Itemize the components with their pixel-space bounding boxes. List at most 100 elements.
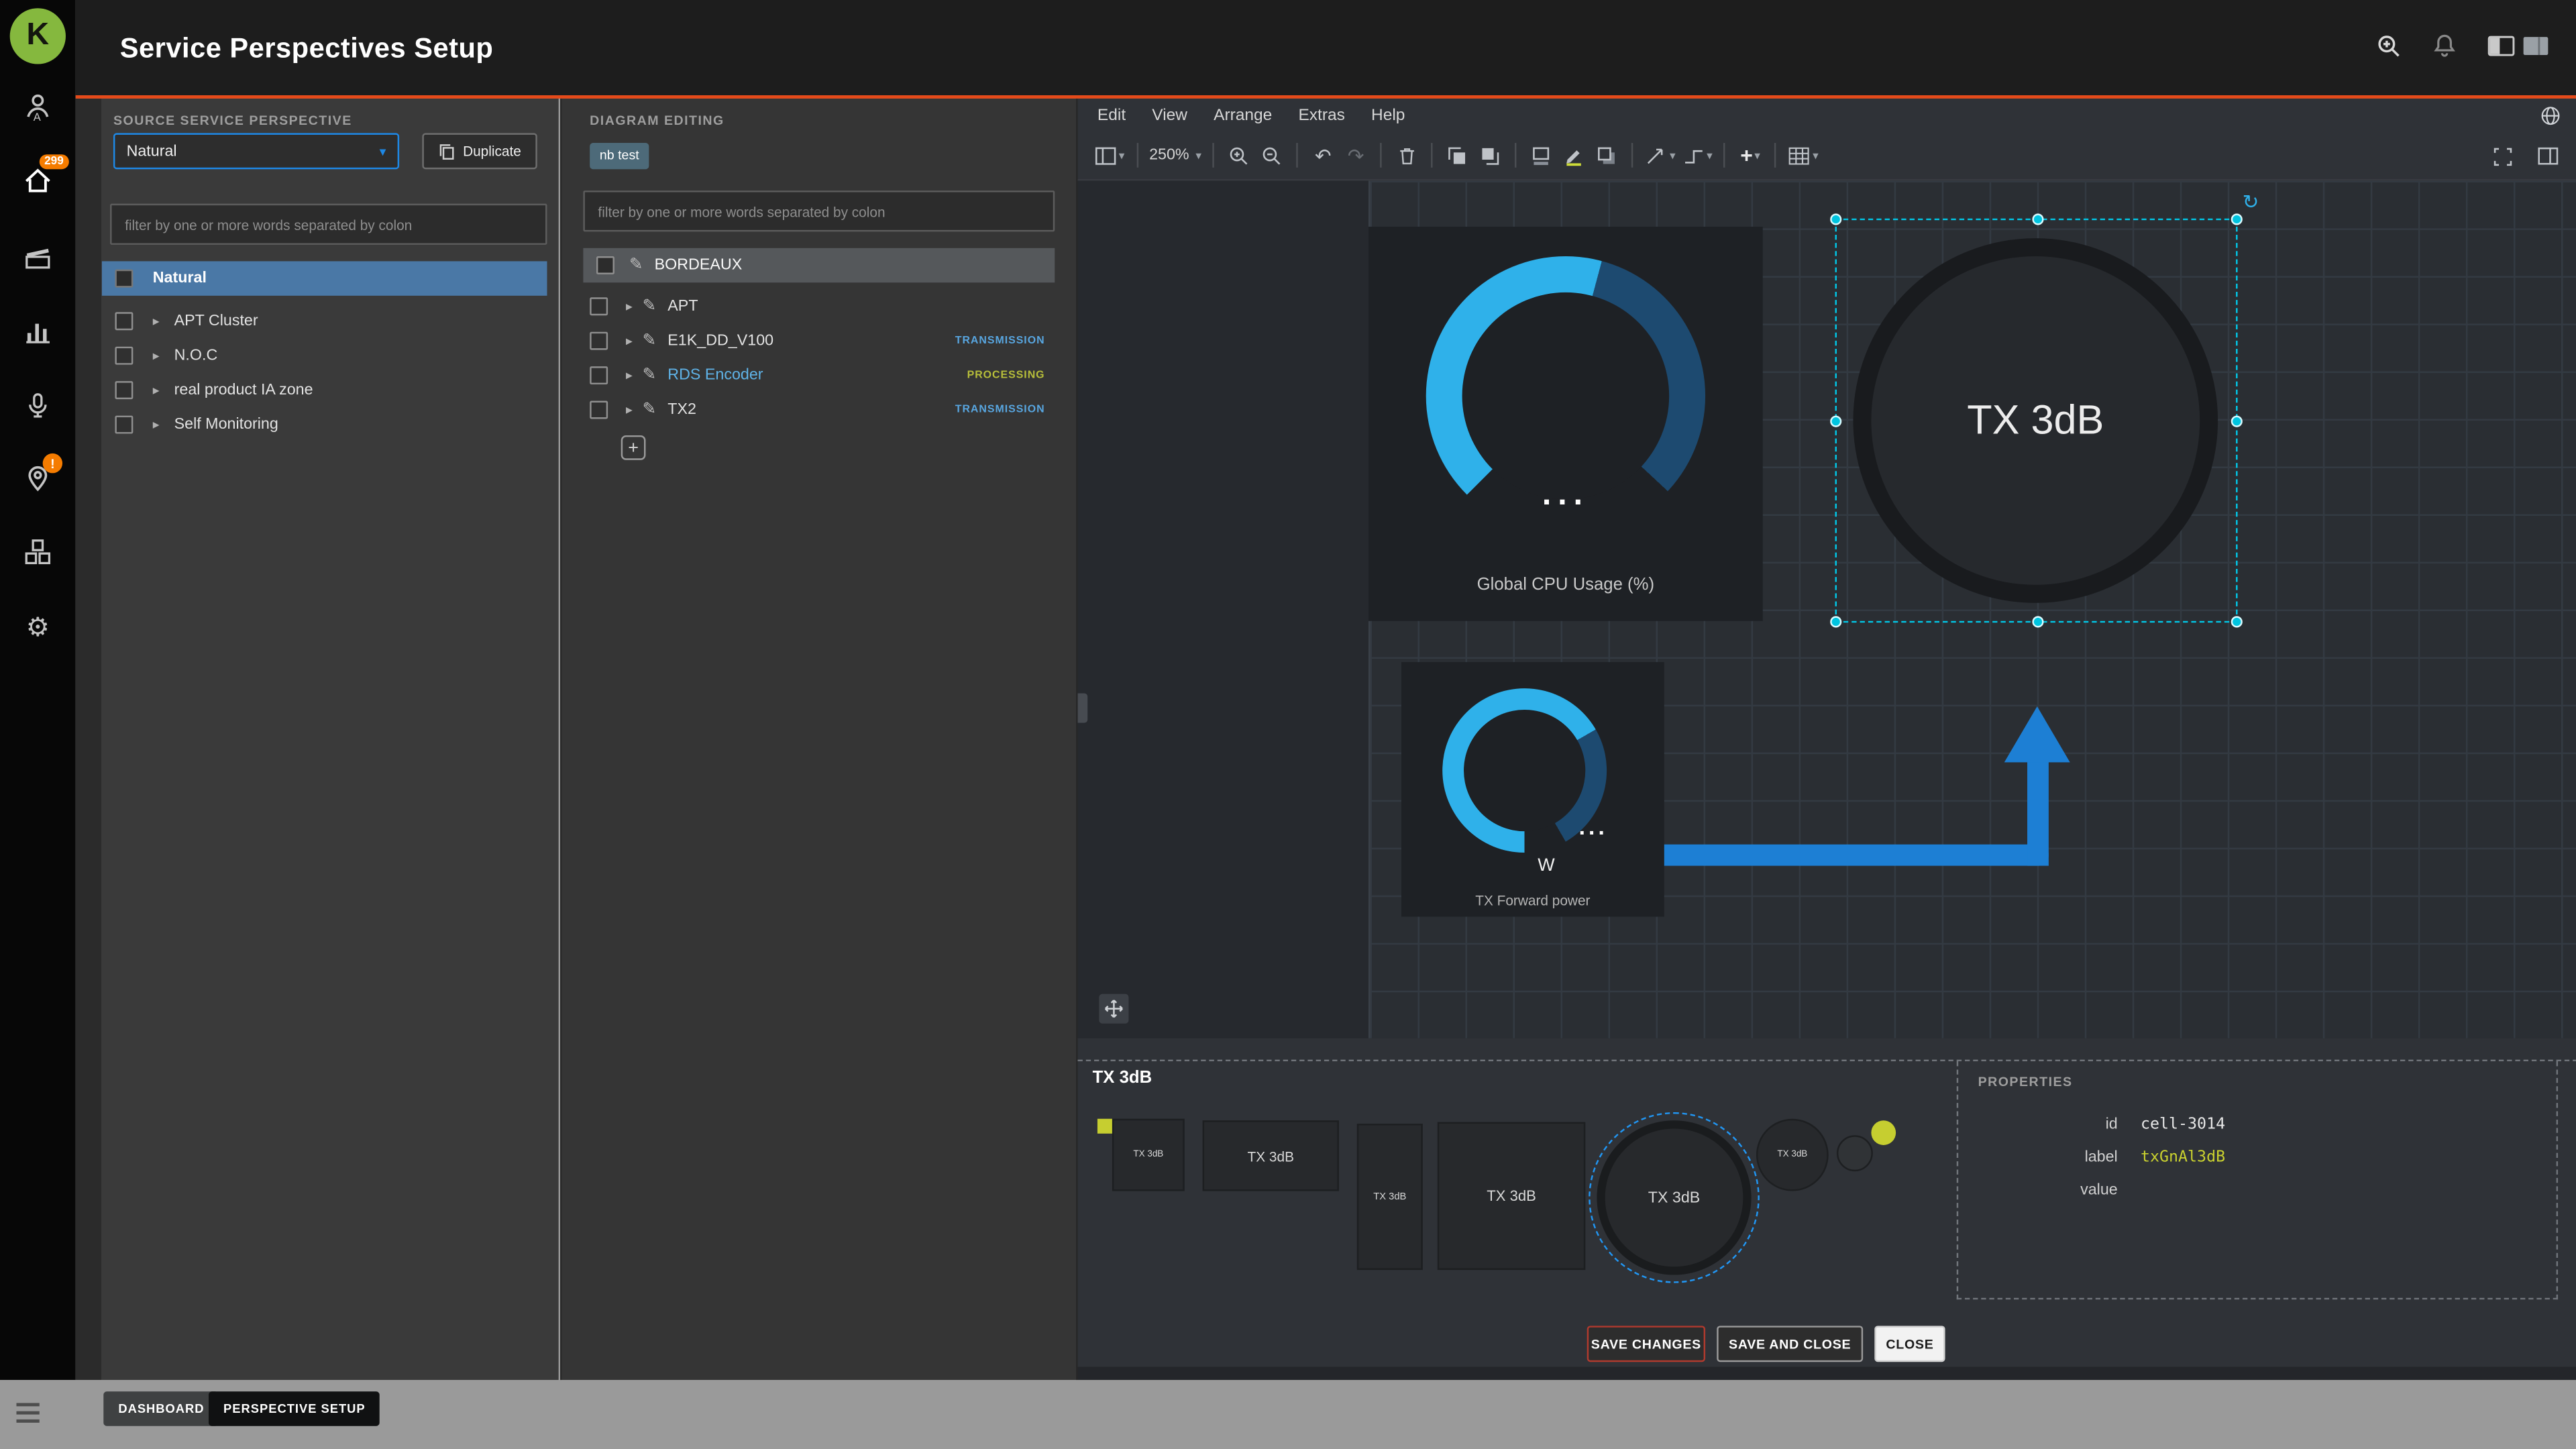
menu-view[interactable]: View (1152, 106, 1187, 124)
fill-color-icon[interactable] (1525, 137, 1558, 173)
shape-variant-tall-rect[interactable]: TX 3dB (1356, 1124, 1423, 1271)
checkbox[interactable] (596, 256, 614, 274)
fit-page-button[interactable] (1099, 994, 1129, 1024)
tree-row-natural[interactable]: Natural (101, 261, 547, 296)
checkbox[interactable] (590, 400, 608, 419)
expand-caret-icon[interactable]: ▸ (153, 417, 160, 432)
perspective-select[interactable]: Natural ▾ (113, 133, 400, 170)
to-back-icon[interactable] (1474, 137, 1507, 173)
tree-row-tx2[interactable]: ▸ ✎ TX2 TRANSMISSION (583, 392, 1055, 427)
panel-right-icon[interactable] (2522, 34, 2550, 57)
to-front-icon[interactable] (1442, 137, 1474, 173)
tree-row-apt-cluster[interactable]: ▸ APT Cluster (102, 304, 547, 338)
connector-arrow-horizontal[interactable] (1664, 844, 2049, 866)
tab-dashboard[interactable]: DASHBOARD (103, 1391, 219, 1426)
add-node-button[interactable]: + (621, 435, 646, 460)
tree-row-apt[interactable]: ▸ ✎ APT (583, 289, 1055, 323)
edit-pencil-icon[interactable]: ✎ (643, 297, 657, 315)
save-changes-button[interactable]: SAVE CHANGES (1587, 1326, 1706, 1362)
edit-pencil-icon[interactable]: ✎ (643, 401, 657, 419)
language-globe-icon[interactable] (2540, 105, 2561, 126)
edit-pencil-icon[interactable]: ✎ (629, 256, 643, 274)
tab-perspective-setup[interactable]: PERSPECTIVE SETUP (209, 1391, 380, 1426)
zoom-out-icon[interactable] (1256, 137, 1289, 173)
statusbar-menu-icon[interactable] (16, 1403, 40, 1423)
close-button[interactable]: CLOSE (1874, 1326, 1945, 1362)
menu-edit[interactable]: Edit (1097, 106, 1126, 124)
resize-handle-s[interactable] (2032, 616, 2044, 628)
cpu-gauge-widget[interactable]: ... Global CPU Usage (%) (1368, 226, 1763, 621)
expand-caret-icon[interactable]: ▸ (153, 314, 160, 329)
power-gauge-widget[interactable]: ... W TX Forward power (1401, 661, 1664, 917)
waypoint-style-button[interactable]: ▾ (1679, 137, 1716, 173)
resize-handle-w[interactable] (1830, 415, 1842, 427)
settings-gear-icon[interactable]: ⚙ (23, 610, 52, 642)
save-and-close-button[interactable]: SAVE AND CLOSE (1717, 1326, 1864, 1362)
resize-handle-n[interactable] (2032, 213, 2044, 225)
zoom-level-dropdown[interactable]: 250% ▾ (1146, 137, 1205, 173)
connector-arrow-vertical[interactable] (2027, 759, 2049, 866)
fullscreen-icon[interactable] (2485, 138, 2518, 174)
view-panels-button[interactable]: ▾ (1091, 137, 1128, 173)
edit-pencil-icon[interactable]: ✎ (643, 332, 657, 350)
notifications-icon[interactable] (2431, 33, 2457, 59)
app-logo[interactable]: K (9, 8, 66, 64)
line-color-icon[interactable] (1558, 137, 1591, 173)
diagram-chip[interactable]: nb test (590, 142, 649, 169)
connection-style-button[interactable]: ▾ (1642, 137, 1678, 173)
delete-icon[interactable] (1391, 137, 1424, 173)
undo-icon[interactable]: ↶ (1307, 137, 1340, 173)
microphone-icon[interactable] (23, 391, 52, 421)
checkbox[interactable] (590, 297, 608, 316)
resize-handle-ne[interactable] (2231, 213, 2243, 225)
tree-row-real-product[interactable]: ▸ real product IA zone (102, 373, 547, 407)
expand-caret-icon[interactable]: ▸ (626, 299, 633, 314)
expand-caret-icon[interactable]: ▸ (626, 402, 633, 417)
tree-row-rds-encoder[interactable]: ▸ ✎ RDS Encoder PROCESSING (583, 358, 1055, 392)
tree-row-e1k[interactable]: ▸ ✎ E1K_DD_V100 TRANSMISSION (583, 323, 1055, 358)
menu-extras[interactable]: Extras (1298, 106, 1344, 124)
resize-handle-nw[interactable] (1830, 213, 1842, 225)
resize-handle-e[interactable] (2231, 415, 2243, 427)
source-filter-input[interactable] (110, 203, 547, 245)
duplicate-button[interactable]: Duplicate (422, 133, 537, 170)
rotate-handle-icon[interactable]: ↻ (2243, 191, 2259, 213)
expand-caret-icon[interactable]: ▸ (626, 333, 633, 348)
tree-row-noc[interactable]: ▸ N.O.C (102, 338, 547, 372)
checkbox[interactable] (115, 381, 133, 400)
tree-row-bordeaux[interactable]: ✎ BORDEAUX (583, 248, 1055, 283)
user-icon[interactable]: A (23, 92, 52, 121)
redo-icon[interactable]: ↷ (1340, 137, 1373, 173)
shape-variant-large-square[interactable]: TX 3dB (1437, 1122, 1586, 1271)
bar-chart-icon[interactable] (23, 317, 52, 347)
zoom-search-icon[interactable] (2375, 33, 2402, 59)
panel-collapse-tab[interactable] (1077, 693, 1088, 723)
zoom-in-icon[interactable] (1223, 137, 1256, 173)
shape-variant-yellow-dot[interactable] (1871, 1120, 1896, 1145)
insert-shape-button[interactable]: + ▾ (1734, 137, 1767, 173)
shape-variant-small-circle[interactable]: TX 3dB (1756, 1118, 1829, 1191)
shape-variant-circle-selected[interactable]: TX 3dB (1589, 1112, 1760, 1283)
modules-icon[interactable] (23, 537, 52, 567)
checkbox[interactable] (115, 312, 133, 331)
expand-caret-icon[interactable]: ▸ (153, 348, 160, 363)
shape-variant-small-square[interactable]: TX 3dB (1112, 1118, 1185, 1191)
media-icon[interactable] (23, 243, 52, 272)
diagram-filter-input[interactable] (583, 191, 1055, 232)
checkbox[interactable] (115, 415, 133, 434)
shadow-icon[interactable] (1591, 137, 1623, 173)
checkbox[interactable] (115, 346, 133, 365)
menu-arrange[interactable]: Arrange (1214, 106, 1272, 124)
diagram-canvas[interactable]: ... Global CPU Usage (%) ... W TX Forwar… (1077, 180, 2576, 1038)
home-icon[interactable] (23, 166, 52, 195)
resize-handle-sw[interactable] (1830, 616, 1842, 628)
expand-caret-icon[interactable]: ▸ (153, 383, 160, 398)
menu-help[interactable]: Help (1371, 106, 1405, 124)
tree-row-self-monitoring[interactable]: ▸ Self Monitoring (102, 407, 547, 441)
shape-variant-dot[interactable] (1836, 1135, 1873, 1172)
edit-pencil-icon[interactable]: ✎ (643, 366, 657, 384)
panel-left-icon[interactable] (2487, 34, 2516, 57)
checkbox[interactable] (590, 366, 608, 385)
format-panel-icon[interactable] (2532, 138, 2565, 174)
resize-handle-se[interactable] (2231, 616, 2243, 628)
